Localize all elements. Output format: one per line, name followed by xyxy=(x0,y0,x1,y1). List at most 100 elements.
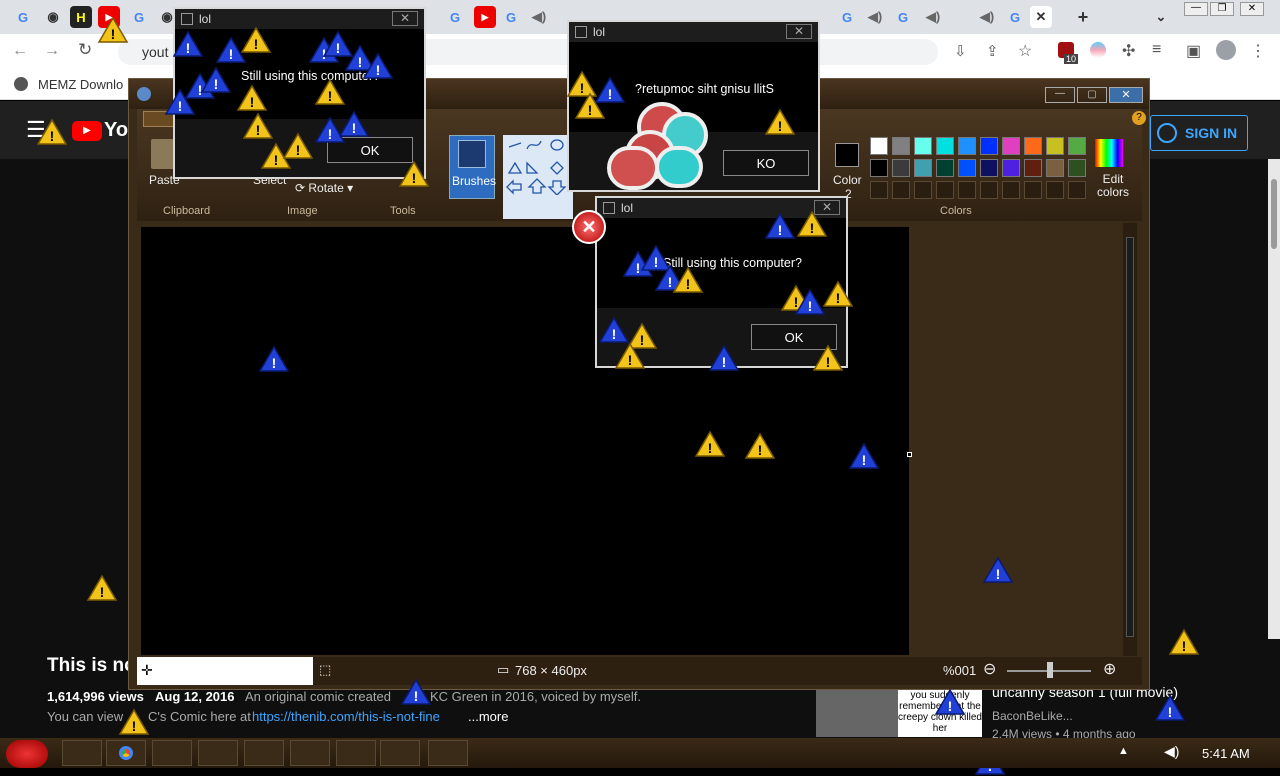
bookmark-star-icon[interactable]: ☆ xyxy=(1018,41,1032,61)
taskbar-winrar-button[interactable] xyxy=(380,740,420,766)
more-link[interactable]: ...more xyxy=(468,709,508,724)
share-icon[interactable]: ⇪ xyxy=(986,42,999,60)
minimize-icon[interactable]: — xyxy=(1184,2,1208,16)
sign-in-button[interactable]: SIGN IN xyxy=(1150,115,1248,151)
profile-extension-icon[interactable] xyxy=(1090,42,1106,58)
youtube-logo-icon[interactable]: ▶ xyxy=(72,121,102,141)
google-tab-icon-6[interactable]: G xyxy=(892,6,914,28)
rec-thumbnail-face[interactable] xyxy=(816,689,898,737)
brushes-button[interactable]: Brushes xyxy=(449,135,496,199)
youtube-tab-icon-2[interactable]: ▶ xyxy=(474,6,496,28)
sound-tab-icon[interactable]: ◀) xyxy=(528,6,550,28)
paint-close-icon[interactable]: ✕ xyxy=(1109,87,1143,103)
custom-color-slot[interactable] xyxy=(1068,181,1086,199)
canvas-resize-handle[interactable] xyxy=(907,452,912,457)
palette-swatch[interactable] xyxy=(892,137,910,155)
palette-swatch[interactable] xyxy=(1046,137,1064,155)
custom-color-slot[interactable] xyxy=(980,181,998,199)
color2-label[interactable]: Color xyxy=(833,173,862,187)
palette-swatch[interactable] xyxy=(1068,137,1086,155)
custom-color-slot[interactable] xyxy=(936,181,954,199)
taskbar-chrome-button[interactable] xyxy=(106,740,146,766)
taskbar-app-button[interactable] xyxy=(290,740,330,766)
install-icon[interactable]: ⇩ xyxy=(954,42,967,60)
taskbar-paint2-button[interactable] xyxy=(428,740,468,766)
taskbar-calc-button[interactable] xyxy=(336,740,376,766)
ko-button[interactable]: KO xyxy=(723,150,809,176)
dialog-close-button[interactable]: ✕ xyxy=(392,11,418,26)
tab-search-icon[interactable]: ⌄ xyxy=(1150,6,1172,28)
palette-swatch[interactable] xyxy=(936,137,954,155)
vertical-scrollbar[interactable] xyxy=(1123,223,1137,656)
media-icon[interactable]: ≡ xyxy=(1152,41,1161,59)
taskbar-paint-button[interactable] xyxy=(62,740,102,766)
sound-tab-icon-4[interactable]: ◀) xyxy=(976,6,998,28)
palette-swatch[interactable] xyxy=(1002,159,1020,177)
h-tab-icon[interactable]: H xyxy=(70,6,92,28)
taskbar-notes-button[interactable] xyxy=(198,740,238,766)
forward-icon[interactable]: → xyxy=(44,42,60,60)
zoom-slider-thumb[interactable] xyxy=(1047,662,1053,678)
color2-swatch[interactable] xyxy=(835,143,859,167)
google-tab-icon-2[interactable]: G xyxy=(128,6,150,28)
google-tab-icon-5[interactable]: G xyxy=(836,6,858,28)
page-scrollbar[interactable] xyxy=(1268,159,1280,639)
close-tab-icon[interactable]: ✕ xyxy=(1030,6,1052,28)
bookmark-item[interactable]: MEMZ Downlo xyxy=(38,77,123,92)
palette-swatch[interactable] xyxy=(936,159,954,177)
chrome-tab-icon[interactable]: ◉ xyxy=(42,6,64,28)
profile-avatar-icon[interactable] xyxy=(1216,40,1236,60)
custom-color-slot[interactable] xyxy=(914,181,932,199)
close-window-icon[interactable]: ✕ xyxy=(1240,2,1264,16)
back-icon[interactable]: ← xyxy=(12,42,28,60)
start-angry-bird-icon[interactable] xyxy=(6,740,48,768)
custom-color-slot[interactable] xyxy=(958,181,976,199)
palette-swatch[interactable] xyxy=(1024,159,1042,177)
google-tab-icon-4[interactable]: G xyxy=(500,6,522,28)
sound-tab-icon-2[interactable]: ◀) xyxy=(864,6,886,28)
sound-tab-icon-3[interactable]: ◀) xyxy=(922,6,944,28)
side-panel-icon[interactable]: ▣ xyxy=(1186,41,1201,61)
palette-swatch[interactable] xyxy=(870,137,888,155)
palette-swatch[interactable] xyxy=(980,137,998,155)
rotate-button[interactable]: ⟳ Rotate ▾ xyxy=(295,181,353,195)
paint-minimize-icon[interactable]: — xyxy=(1045,87,1075,103)
google-tab-icon[interactable]: G xyxy=(12,6,34,28)
volume-icon[interactable]: ◀) xyxy=(1164,743,1179,760)
palette-swatch[interactable] xyxy=(1046,159,1064,177)
shapes-gallery[interactable] xyxy=(503,135,573,219)
taskbar-taskmgr-button[interactable] xyxy=(244,740,284,766)
palette-swatch[interactable] xyxy=(870,159,888,177)
palette-swatch[interactable] xyxy=(1002,137,1020,155)
paint-maximize-icon[interactable]: ▢ xyxy=(1077,87,1107,103)
menu-icon[interactable]: ⋮ xyxy=(1250,41,1266,61)
new-tab-icon[interactable]: + xyxy=(1072,6,1094,28)
edit-colors-button[interactable]: Edit colors xyxy=(1093,173,1133,199)
restore-icon[interactable]: ❐ xyxy=(1210,2,1234,16)
custom-color-slot[interactable] xyxy=(1002,181,1020,199)
google-tab-icon-7[interactable]: G xyxy=(1004,6,1026,28)
custom-color-slot[interactable] xyxy=(892,181,910,199)
palette-swatch[interactable] xyxy=(1024,137,1042,155)
palette-swatch[interactable] xyxy=(958,159,976,177)
taskbar-cmd-button[interactable] xyxy=(152,740,192,766)
google-tab-icon-3[interactable]: G xyxy=(444,6,466,28)
dialog-close-button-2[interactable]: ✕ xyxy=(786,24,812,39)
description-link[interactable]: https://thenib.com/this-is-not-fine xyxy=(252,709,440,724)
custom-color-slot[interactable] xyxy=(1046,181,1064,199)
tray-up-icon[interactable]: ▲ xyxy=(1118,745,1129,757)
palette-swatch[interactable] xyxy=(914,137,932,155)
palette-swatch[interactable] xyxy=(1068,159,1086,177)
zoom-out-icon[interactable]: ⊖ xyxy=(983,659,996,679)
palette-swatch[interactable] xyxy=(958,137,976,155)
palette-swatch[interactable] xyxy=(892,159,910,177)
custom-color-slot[interactable] xyxy=(1024,181,1042,199)
edit-colors-icon[interactable] xyxy=(1095,139,1123,167)
custom-color-slot[interactable] xyxy=(870,181,888,199)
reload-icon[interactable]: ↻ xyxy=(78,40,92,60)
puzzle-icon[interactable]: ✣ xyxy=(1122,41,1135,61)
palette-swatch[interactable] xyxy=(914,159,932,177)
palette-swatch[interactable] xyxy=(980,159,998,177)
zoom-in-icon[interactable]: ⊕ xyxy=(1103,659,1116,679)
help-icon[interactable]: ? xyxy=(1132,111,1146,125)
